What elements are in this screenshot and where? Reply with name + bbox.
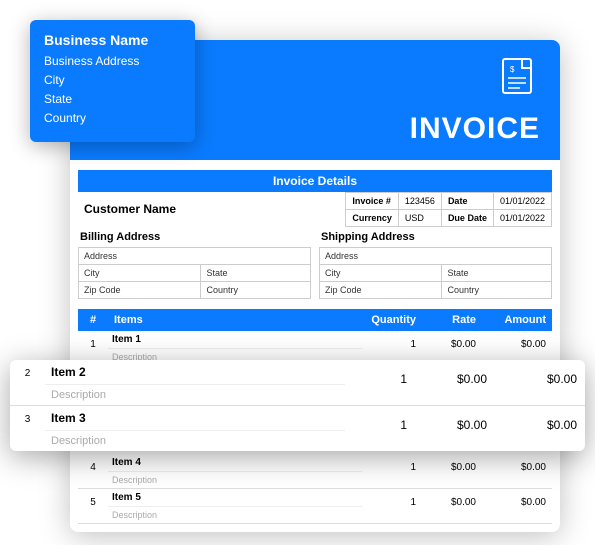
info-row: Customer Name Invoice # 123456 Date 01/0… [78, 192, 552, 227]
billing-address: Address [79, 248, 311, 265]
due-label: Due Date [441, 210, 493, 227]
table-row: 3 Item 3Description 1 $0.00 $0.00 [10, 406, 585, 451]
row-num: 2 [10, 360, 45, 405]
billing-title: Billing Address [78, 227, 311, 247]
item-rate: $0.00 [415, 360, 495, 405]
customer-name: Customer Name [78, 192, 345, 227]
items-overlay-card: 2 Item 2Description 1 $0.00 $0.00 3 Item… [10, 360, 585, 451]
business-address: Business Address [44, 54, 181, 68]
billing-state: State [201, 265, 311, 282]
business-city: City [44, 73, 181, 87]
item-desc: Description [108, 507, 362, 523]
col-qty: Quantity [362, 309, 422, 331]
business-card: Business Name Business Address City Stat… [30, 20, 195, 142]
item-name: Item 5 [108, 489, 362, 507]
row-num: 5 [78, 489, 108, 523]
currency-label: Currency [346, 210, 399, 227]
invoice-title: INVOICE [410, 112, 540, 146]
business-state: State [44, 92, 181, 106]
item-qty: 1 [345, 406, 415, 451]
col-amt: Amount [482, 309, 552, 331]
col-items: Items [108, 309, 362, 331]
col-num: # [78, 309, 108, 331]
row-num: 3 [10, 406, 45, 451]
meta-table: Invoice # 123456 Date 01/01/2022 Currenc… [345, 192, 552, 227]
shipping-title: Shipping Address [319, 227, 552, 247]
date-label: Date [441, 193, 493, 210]
shipping-address: Address [320, 248, 552, 265]
items-header: # Items Quantity Rate Amount [78, 309, 552, 331]
svg-text:$: $ [510, 65, 515, 74]
shipping-zip: Zip Code [320, 282, 442, 299]
table-row: 2 Item 2Description 1 $0.00 $0.00 [10, 360, 585, 406]
details-bar: Invoice Details [78, 170, 552, 192]
currency-value: USD [398, 210, 441, 227]
item-qty: 1 [362, 454, 422, 488]
item-amt: $0.00 [482, 489, 552, 523]
due-value: 01/01/2022 [493, 210, 551, 227]
item-amt: $0.00 [482, 454, 552, 488]
item-name: Item 4 [108, 454, 362, 472]
item-amt: $0.00 [495, 406, 585, 451]
shipping-city: City [320, 265, 442, 282]
item-rate: $0.00 [422, 454, 482, 488]
table-row: 5 Item 5Description 1 $0.00 $0.00 [78, 489, 552, 524]
item-name: Item 1 [108, 331, 362, 349]
address-row: Billing Address Address CityState Zip Co… [78, 227, 552, 299]
billing-city: City [79, 265, 201, 282]
item-desc: Description [45, 385, 345, 405]
invoice-num-value: 123456 [398, 193, 441, 210]
item-amt: $0.00 [495, 360, 585, 405]
item-desc: Description [108, 472, 362, 488]
invoice-doc-icon: $ [502, 58, 532, 99]
shipping-state: State [442, 265, 552, 282]
business-country: Country [44, 111, 181, 125]
billing-zip: Zip Code [79, 282, 201, 299]
billing-country: Country [201, 282, 311, 299]
row-num: 4 [78, 454, 108, 488]
table-row: 4 Item 4Description 1 $0.00 $0.00 [78, 454, 552, 489]
item-desc: Description [45, 431, 345, 451]
item-qty: 1 [362, 489, 422, 523]
business-name: Business Name [44, 32, 181, 48]
item-qty: 1 [345, 360, 415, 405]
date-value: 01/01/2022 [493, 193, 551, 210]
item-rate: $0.00 [422, 489, 482, 523]
item-rate: $0.00 [415, 406, 495, 451]
billing-block: Billing Address Address CityState Zip Co… [78, 227, 311, 299]
shipping-block: Shipping Address Address CityState Zip C… [319, 227, 552, 299]
item-name: Item 2 [45, 360, 345, 385]
item-name: Item 3 [45, 406, 345, 431]
shipping-country: Country [442, 282, 552, 299]
invoice-num-label: Invoice # [346, 193, 399, 210]
col-rate: Rate [422, 309, 482, 331]
